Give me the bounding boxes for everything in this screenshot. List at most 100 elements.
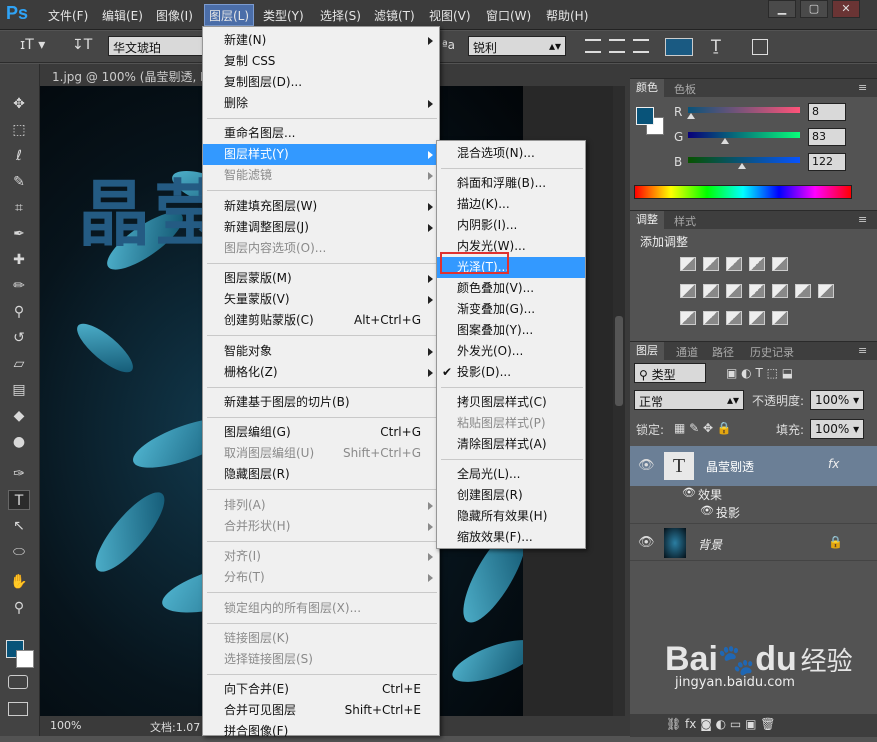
- background-color-swatch[interactable]: [16, 650, 34, 668]
- toggle-orientation-icon[interactable]: ↧T: [72, 37, 92, 53]
- layer-menu-item[interactable]: 新建(N): [203, 30, 439, 51]
- zoom-level[interactable]: 100%: [50, 719, 81, 732]
- layer-menu-item[interactable]: 复制 CSS: [203, 51, 439, 72]
- ellipse-tool-icon[interactable]: ⬭: [8, 542, 30, 562]
- visibility-eye-icon[interactable]: 👁: [638, 458, 655, 473]
- levels-icon[interactable]: [703, 257, 719, 271]
- layer-name[interactable]: 背景: [698, 536, 722, 553]
- antialias-select[interactable]: 锐利 ▴▾: [468, 36, 566, 56]
- menu-layer[interactable]: 图层(L): [204, 4, 255, 26]
- menu-view[interactable]: 视图(V): [429, 7, 471, 24]
- tab-color[interactable]: 颜色: [630, 79, 664, 97]
- crop-tool-icon[interactable]: ⌗: [8, 198, 30, 218]
- eraser-tool-icon[interactable]: ▱: [8, 354, 30, 374]
- move-tool-icon[interactable]: ✥: [8, 94, 30, 114]
- lasso-tool-icon[interactable]: ℓ: [8, 146, 30, 166]
- lookup-grid-icon[interactable]: [818, 284, 834, 298]
- menu-select[interactable]: 选择(S): [320, 7, 361, 24]
- layer-menu-item[interactable]: 拼合图像(F): [203, 721, 439, 742]
- layer-style-item[interactable]: 全局光(L)...: [437, 464, 585, 485]
- layer-style-item[interactable]: 创建图层(R): [437, 485, 585, 506]
- layer-style-item[interactable]: 内阴影(I)...: [437, 215, 585, 236]
- threshold-icon[interactable]: [726, 311, 742, 325]
- layer-style-item[interactable]: 颜色叠加(V)...: [437, 278, 585, 299]
- eyedropper-tool-icon[interactable]: ✒: [8, 224, 30, 244]
- visibility-eye-icon[interactable]: 👁: [638, 535, 655, 550]
- close-button[interactable]: ✕: [832, 0, 860, 18]
- align-right-icon[interactable]: [633, 39, 649, 53]
- gradient-tool-icon[interactable]: ▤: [8, 380, 30, 400]
- channel-mixer-icon[interactable]: [772, 284, 788, 298]
- color-fg-swatch[interactable]: [636, 107, 654, 125]
- warp-text-icon[interactable]: Ṯ: [711, 36, 721, 55]
- panel-menu-icon[interactable]: ≡: [858, 344, 867, 357]
- layer-style-item[interactable]: 图案叠加(Y)...: [437, 320, 585, 341]
- align-left-icon[interactable]: [585, 39, 601, 53]
- gradient-map-icon[interactable]: [772, 311, 788, 325]
- healing-brush-tool-icon[interactable]: ✚: [8, 250, 30, 270]
- minimize-button[interactable]: ▁: [768, 0, 796, 18]
- layer-row-text[interactable]: 👁 T 晶莹剔透 fx: [630, 446, 877, 486]
- layer-menu-item[interactable]: 向下合并(E) Ctrl+E: [203, 679, 439, 700]
- type-tool-icon[interactable]: T: [8, 490, 30, 510]
- color-balance-icon[interactable]: [703, 284, 719, 298]
- layer-name[interactable]: 晶莹剔透: [706, 458, 754, 475]
- character-panel-icon[interactable]: [752, 39, 768, 55]
- layer-menu-item[interactable]: 图层样式(Y): [203, 144, 439, 166]
- posterize-icon[interactable]: [703, 311, 719, 325]
- layer-style-item[interactable]: ✔ 投影(D)...: [437, 362, 585, 383]
- layer-menu-item[interactable]: 新建基于图层的切片(B): [203, 392, 439, 413]
- color-lookup-icon[interactable]: [795, 284, 811, 298]
- fx-icon[interactable]: fx: [828, 457, 839, 471]
- maximize-button[interactable]: ▢: [800, 0, 828, 18]
- menu-type[interactable]: 类型(Y): [263, 7, 304, 24]
- channel-slider[interactable]: [688, 107, 800, 113]
- pen-tool-icon[interactable]: ✑: [8, 464, 30, 484]
- layer-menu-item[interactable]: 新建调整图层(J): [203, 217, 439, 238]
- selective-color-icon[interactable]: [749, 311, 765, 325]
- filter-icons[interactable]: ▣ ◐ T ⬚ ⬓: [726, 366, 793, 380]
- align-center-icon[interactable]: [609, 39, 625, 53]
- menu-file[interactable]: 文件(F): [48, 7, 88, 24]
- layers-footer-icons[interactable]: ⛓ fx ◙ ◐ ▭ ▣ 🗑: [630, 714, 877, 737]
- type-tool-icon[interactable]: ɪT ▾: [20, 37, 45, 53]
- menu-filter[interactable]: 滤镜(T): [374, 7, 415, 24]
- layer-menu-item[interactable]: 复制图层(D)...: [203, 72, 439, 93]
- text-color-swatch[interactable]: [665, 38, 693, 56]
- layer-menu-item[interactable]: 新建填充图层(W): [203, 196, 439, 217]
- layer-menu-item[interactable]: 矢量蒙版(V): [203, 289, 439, 310]
- layer-menu-item[interactable]: 栅格化(Z): [203, 362, 439, 383]
- tab-adjustments[interactable]: 调整: [630, 211, 664, 229]
- effect-drop-shadow[interactable]: 投影: [716, 504, 740, 521]
- layer-menu-item[interactable]: 图层蒙版(M): [203, 268, 439, 289]
- clone-stamp-tool-icon[interactable]: ⚲: [8, 302, 30, 322]
- tab-paths[interactable]: 路径: [712, 344, 734, 360]
- layer-menu-item[interactable]: 删除: [203, 93, 439, 114]
- tab-history[interactable]: 历史记录: [750, 344, 794, 360]
- blur-tool-icon[interactable]: ◆: [8, 406, 30, 426]
- layer-style-item[interactable]: 描边(K)...: [437, 194, 585, 215]
- font-family-field[interactable]: 华文琥珀: [108, 36, 204, 56]
- invert-icon[interactable]: [680, 311, 696, 325]
- channel-value-field[interactable]: 122: [808, 153, 846, 171]
- tab-channels[interactable]: 通道: [676, 344, 698, 360]
- brightness-icon[interactable]: [680, 257, 696, 271]
- layer-menu-item[interactable]: 创建剪贴蒙版(C) Alt+Ctrl+G: [203, 310, 439, 331]
- slider-thumb[interactable]: [720, 138, 729, 144]
- photo-filter-icon[interactable]: [749, 284, 765, 298]
- path-select-tool-icon[interactable]: ↖: [8, 516, 30, 536]
- menu-help[interactable]: 帮助(H): [546, 7, 588, 24]
- layer-menu-item[interactable]: 重命名图层...: [203, 123, 439, 144]
- blend-mode-select[interactable]: 正常 ▴▾: [634, 390, 744, 410]
- layer-menu-item[interactable]: 智能对象: [203, 341, 439, 362]
- layer-style-item[interactable]: 外发光(O)...: [437, 341, 585, 362]
- opacity-field[interactable]: 100% ▾: [810, 390, 864, 410]
- menu-window[interactable]: 窗口(W): [486, 7, 531, 24]
- zoom-tool-icon[interactable]: ⚲: [8, 598, 30, 618]
- layer-menu-item[interactable]: 合并可见图层 Shift+Ctrl+E: [203, 700, 439, 721]
- effects-eye-icon[interactable]: 👁: [682, 486, 696, 499]
- fill-field[interactable]: 100% ▾: [810, 419, 864, 439]
- layer-menu-item[interactable]: 图层编组(G) Ctrl+G: [203, 422, 439, 443]
- layer-style-item[interactable]: 混合选项(N)...: [437, 143, 585, 164]
- slider-thumb[interactable]: [687, 113, 696, 119]
